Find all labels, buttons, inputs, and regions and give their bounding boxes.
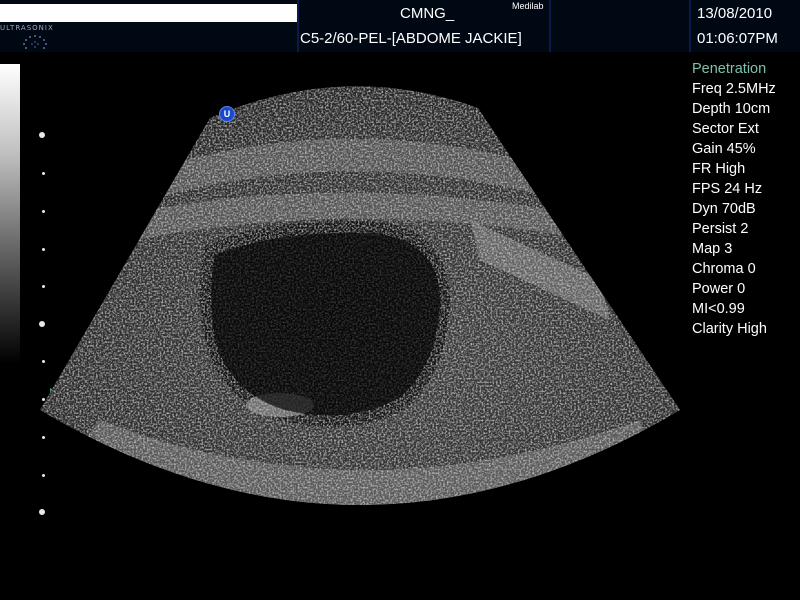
param-map: Map 3 xyxy=(692,241,733,257)
ultrasound-screen: ULTRASONIX CMNG_ Medilab C5-2/60-PEL-[AB… xyxy=(0,0,800,600)
param-depth: Depth 10cm xyxy=(692,101,771,117)
param-chroma: Chroma 0 xyxy=(692,261,756,277)
parameter-panel: Penetration Freq 2.5MHz Depth 10cm Secto… xyxy=(692,59,800,339)
param-frame-rate: FR High xyxy=(692,161,746,177)
param-persistence: Persist 2 xyxy=(692,221,749,237)
ultrasound-image[interactable] xyxy=(0,0,800,600)
param-mi: MI<0.99 xyxy=(692,301,745,317)
param-sector: Sector Ext xyxy=(692,121,759,137)
orientation-marker-icon: U xyxy=(219,106,235,122)
param-dynamic-range: Dyn 70dB xyxy=(692,201,756,217)
mode-label: Penetration xyxy=(692,61,767,77)
sector-content xyxy=(40,86,680,505)
param-gain: Gain 45% xyxy=(692,141,756,157)
param-clarity: Clarity High xyxy=(692,321,767,337)
param-fps: FPS 24 Hz xyxy=(692,181,763,197)
param-frequency: Freq 2.5MHz xyxy=(692,81,776,97)
param-power: Power 0 xyxy=(692,281,746,297)
